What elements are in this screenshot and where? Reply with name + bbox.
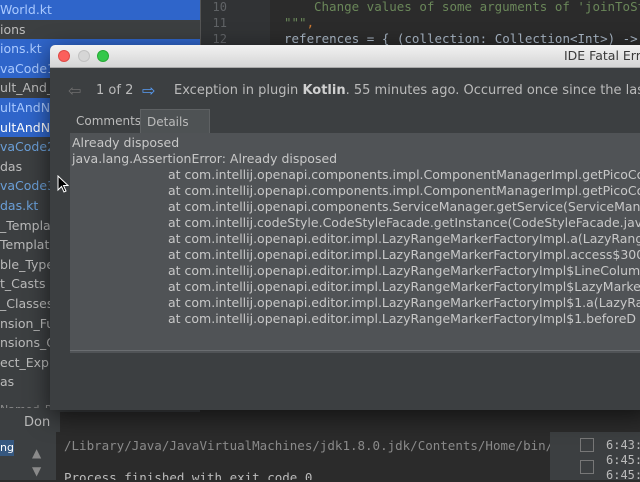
trace-frame: at com.intellij.codeStyle.CodeStyleFacad… bbox=[168, 215, 640, 230]
project-tree-item[interactable]: ions bbox=[0, 20, 200, 40]
line-number: 12 bbox=[212, 32, 227, 46]
code-string: """ bbox=[284, 15, 307, 30]
trace-frame: at com.intellij.openapi.editor.impl.Lazy… bbox=[168, 311, 637, 326]
tab-details[interactable]: Details bbox=[140, 109, 210, 133]
mouse-pointer-icon bbox=[57, 174, 70, 197]
code-text: references = { (collection: Collection<I… bbox=[284, 31, 640, 46]
log-icon[interactable] bbox=[580, 438, 594, 452]
message-suffix: . 55 minutes ago. Occurred once since th… bbox=[345, 83, 640, 98]
error-message: Exception in plugin Kotlin. 55 minutes a… bbox=[174, 80, 640, 102]
console-line: /Library/Java/JavaVirtualMachines/jdk1.8… bbox=[64, 438, 550, 453]
scroll-up-icon[interactable]: ▲ bbox=[32, 446, 41, 460]
line-number: 11 bbox=[212, 16, 227, 30]
trace-frame: at com.intellij.openapi.components.impl.… bbox=[168, 183, 640, 198]
arrow-right-icon[interactable]: ⇨ bbox=[142, 80, 155, 102]
message-prefix: Exception in plugin bbox=[174, 83, 303, 98]
trace-frame: at com.intellij.openapi.editor.impl.Lazy… bbox=[168, 279, 640, 294]
trace-frame: at com.intellij.openapi.editor.impl.Lazy… bbox=[168, 231, 640, 246]
ide-fatal-errors-dialog: IDE Fatal Erro ⇦ 1 of 2 ⇨ Exception in p… bbox=[50, 45, 640, 410]
stack-trace-pane[interactable]: Already disposed java.lang.AssertionErro… bbox=[70, 133, 640, 353]
dialog-titlebar[interactable]: IDE Fatal Erro bbox=[50, 45, 640, 68]
close-button[interactable] bbox=[58, 50, 70, 62]
code-line: references = { (collection: Collection<I… bbox=[284, 31, 640, 46]
trace-frame: at com.intellij.openapi.editor.impl.Lazy… bbox=[168, 295, 640, 310]
dialog-title: IDE Fatal Erro bbox=[564, 48, 640, 63]
arrow-left-icon[interactable]: ⇦ bbox=[68, 80, 81, 102]
code-punct: , bbox=[306, 15, 315, 30]
code-line: Change values of some arguments of 'join… bbox=[284, 0, 640, 14]
trace-frame: at com.intellij.openapi.components.Servi… bbox=[168, 199, 640, 214]
tab-comments[interactable]: Comments bbox=[70, 109, 141, 133]
trace-header: Already disposed bbox=[72, 135, 180, 150]
minimize-button[interactable] bbox=[78, 50, 90, 62]
log-icon[interactable] bbox=[580, 460, 594, 474]
maximize-button[interactable] bbox=[97, 50, 109, 62]
run-config-badge[interactable]: ng bbox=[0, 440, 14, 456]
trace-exception: java.lang.AssertionError: Already dispos… bbox=[72, 151, 338, 166]
code-line: """, bbox=[284, 15, 314, 30]
run-console[interactable]: /Library/Java/JavaVirtualMachines/jdk1.8… bbox=[56, 432, 550, 480]
log-timestamp: 6:45: bbox=[606, 453, 640, 467]
plugin-name: Kotlin bbox=[302, 83, 346, 98]
error-navigation: ⇦ 1 of 2 ⇨ Exception in plugin Kotlin. 5… bbox=[50, 80, 640, 102]
code-string: Change values of some arguments of 'join… bbox=[314, 0, 640, 14]
pane-divider bbox=[70, 350, 640, 351]
trace-frame: at com.intellij.openapi.editor.impl.Lazy… bbox=[168, 263, 640, 278]
trace-frame: at com.intellij.openapi.components.impl.… bbox=[168, 167, 640, 182]
line-number: 10 bbox=[212, 0, 227, 14]
console-line: Process finished with exit code 0 bbox=[64, 470, 313, 480]
project-tree-item[interactable]: World.kt bbox=[0, 0, 200, 20]
run-panel-title[interactable]: Don bbox=[24, 415, 50, 430]
trace-frame: at com.intellij.openapi.editor.impl.Lazy… bbox=[168, 247, 640, 262]
log-timestamp: 6:43: bbox=[606, 438, 640, 452]
scroll-down-icon[interactable]: ▼ bbox=[32, 464, 41, 478]
error-counter: 1 of 2 bbox=[96, 83, 134, 98]
